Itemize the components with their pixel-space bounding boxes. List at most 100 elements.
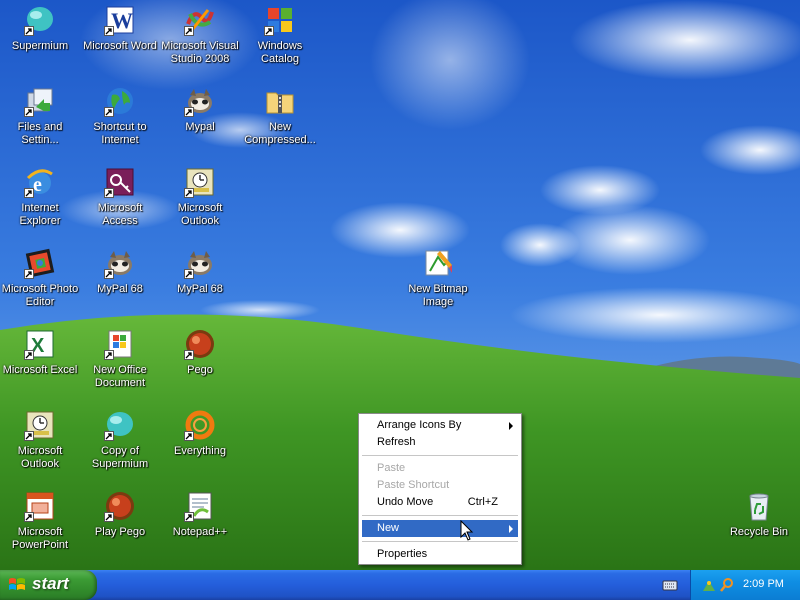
mypal-icon xyxy=(104,247,136,279)
icon-label: Microsoft Outlook xyxy=(17,445,63,470)
desktop-icon-pego[interactable]: Pego xyxy=(160,326,240,398)
globe-icon xyxy=(104,85,136,117)
search-icon[interactable] xyxy=(719,577,735,593)
icon-label: Microsoft PowerPoint xyxy=(11,526,69,551)
windows-logo-icon xyxy=(8,576,26,594)
menu-item-label: Refresh xyxy=(377,436,416,448)
desktop-icon-new-compressed[interactable]: New Compressed... xyxy=(240,83,320,155)
desktop-icon-supermium[interactable]: Supermium xyxy=(0,2,80,74)
desktop-icon-everything[interactable]: Everything xyxy=(160,407,240,479)
desktop-icon-visual-studio[interactable]: Microsoft Visual Studio 2008 xyxy=(160,2,240,74)
submenu-arrow-icon xyxy=(509,525,513,533)
icon-label: Microsoft Excel xyxy=(2,364,78,376)
desktop-icon-mypal-68[interactable]: MyPal 68 xyxy=(80,245,160,317)
everything-icon xyxy=(184,409,216,441)
desktop-icon-microsoft-outlook[interactable]: Microsoft Outlook xyxy=(160,164,240,236)
menu-item-undo-move[interactable]: Undo Move Ctrl+Z xyxy=(362,494,518,511)
icon-label: Mypal xyxy=(185,121,215,133)
start-label: start xyxy=(32,574,69,593)
mouse-pointer-icon xyxy=(460,519,474,542)
icon-label: Everything xyxy=(174,445,226,457)
desktop-icon-new-bitmap-image[interactable]: New Bitmap Image xyxy=(398,245,478,317)
desktop-context-menu: Arrange Icons By Refresh Paste Paste Sho… xyxy=(358,413,522,565)
icon-label: Microsoft Access xyxy=(97,202,143,227)
pego-icon xyxy=(104,490,136,522)
start-button[interactable]: start xyxy=(0,570,97,600)
menu-item-label: New xyxy=(377,522,400,534)
desktop-icon-recycle-bin[interactable]: Recycle Bin xyxy=(719,488,799,560)
icon-label: New Compressed... xyxy=(244,121,316,146)
menu-separator xyxy=(362,455,518,456)
svg-text:e: e xyxy=(33,174,42,196)
office-document-icon xyxy=(104,328,136,360)
desktop-icon-shortcut-to-internet[interactable]: Shortcut to Internet xyxy=(80,83,160,155)
menu-item-arrange-icons-by[interactable]: Arrange Icons By xyxy=(362,417,518,434)
taskbar: start 2:09 PM xyxy=(0,570,800,600)
desktop-icon-mypal[interactable]: Mypal xyxy=(160,83,240,155)
zip-folder-icon xyxy=(264,85,296,117)
powerpoint-icon xyxy=(24,490,56,522)
desktop-icon-copy-of-supermium[interactable]: Copy of Supermium xyxy=(80,407,160,479)
desktop-icon-files-and-settings[interactable]: Files and Settin... xyxy=(0,83,80,155)
desktop-icon-microsoft-photo-editor[interactable]: Microsoft Photo Editor xyxy=(0,245,80,317)
desktop-icon-mypal-68-2[interactable]: MyPal 68 xyxy=(160,245,240,317)
menu-item-properties[interactable]: Properties xyxy=(362,546,518,563)
outlook-icon xyxy=(24,409,56,441)
svg-text:W: W xyxy=(111,8,133,33)
icon-label: Play Pego xyxy=(94,526,146,538)
menu-separator xyxy=(362,541,518,542)
icon-label: Microsoft Outlook xyxy=(177,202,223,227)
menu-item-label: Paste xyxy=(377,462,406,474)
menu-item-label: Undo Move xyxy=(377,496,434,508)
icon-label: Microsoft Word xyxy=(83,40,157,52)
clock[interactable]: 2:09 PM xyxy=(743,578,784,590)
icon-label: Copy of Supermium xyxy=(91,445,149,470)
menu-item-label: Properties xyxy=(377,548,428,560)
supermium-icon xyxy=(104,409,136,441)
desktop-icon-new-office-document[interactable]: New Office Document xyxy=(80,326,160,398)
icon-label: Microsoft Photo Editor xyxy=(1,283,79,308)
menu-item-paste-shortcut[interactable]: Paste Shortcut xyxy=(362,477,518,494)
photo-editor-icon xyxy=(24,247,56,279)
excel-icon: X xyxy=(24,328,56,360)
icon-label: Windows Catalog xyxy=(257,40,303,65)
visual-studio-icon xyxy=(184,4,216,36)
icon-label: Shortcut to Internet xyxy=(93,121,147,146)
icon-label: Files and Settin... xyxy=(17,121,63,146)
menu-item-refresh[interactable]: Refresh xyxy=(362,434,518,451)
desktop-icon-notepad-plus-plus[interactable]: Notepad++ xyxy=(160,488,240,560)
icon-label: Pego xyxy=(187,364,213,376)
network-icon[interactable] xyxy=(701,577,717,593)
icon-label: MyPal 68 xyxy=(177,283,223,295)
desktop-icon-play-pego[interactable]: Play Pego xyxy=(80,488,160,560)
outlook-icon xyxy=(184,166,216,198)
desktop-icon-microsoft-access[interactable]: Microsoft Access xyxy=(80,164,160,236)
submenu-arrow-icon xyxy=(509,422,513,430)
menu-item-paste[interactable]: Paste xyxy=(362,460,518,477)
files-settings-icon xyxy=(24,85,56,117)
icon-label: Internet Explorer xyxy=(19,202,61,227)
menu-separator xyxy=(362,515,518,516)
internet-explorer-icon: e xyxy=(24,166,56,198)
desktop-icon-microsoft-excel[interactable]: X Microsoft Excel xyxy=(0,326,80,398)
desktop-icon-windows-catalog[interactable]: Windows Catalog xyxy=(240,2,320,74)
windows-catalog-icon xyxy=(264,4,296,36)
desktop-icon-internet-explorer[interactable]: e Internet Explorer xyxy=(0,164,80,236)
icon-label: Microsoft Visual Studio 2008 xyxy=(161,40,239,65)
desktop-icon-microsoft-powerpoint[interactable]: Microsoft PowerPoint xyxy=(0,488,80,560)
mypal-icon xyxy=(184,247,216,279)
icon-label: Supermium xyxy=(11,40,69,52)
desktop-icon-microsoft-word[interactable]: W Microsoft Word xyxy=(80,2,160,74)
menu-item-label: Paste Shortcut xyxy=(377,479,450,491)
mypal-icon xyxy=(184,85,216,117)
icon-label: MyPal 68 xyxy=(97,283,143,295)
notepadpp-icon xyxy=(184,490,216,522)
menu-item-label: Arrange Icons By xyxy=(377,419,462,431)
menu-item-new[interactable]: New xyxy=(362,520,518,537)
keyboard-icon[interactable] xyxy=(662,578,678,592)
system-tray: 2:09 PM xyxy=(690,570,800,600)
menu-item-shortcut: Ctrl+Z xyxy=(467,496,498,508)
pego-icon xyxy=(184,328,216,360)
bitmap-image-icon xyxy=(422,247,454,279)
desktop-icon-microsoft-outlook-2[interactable]: Microsoft Outlook xyxy=(0,407,80,479)
